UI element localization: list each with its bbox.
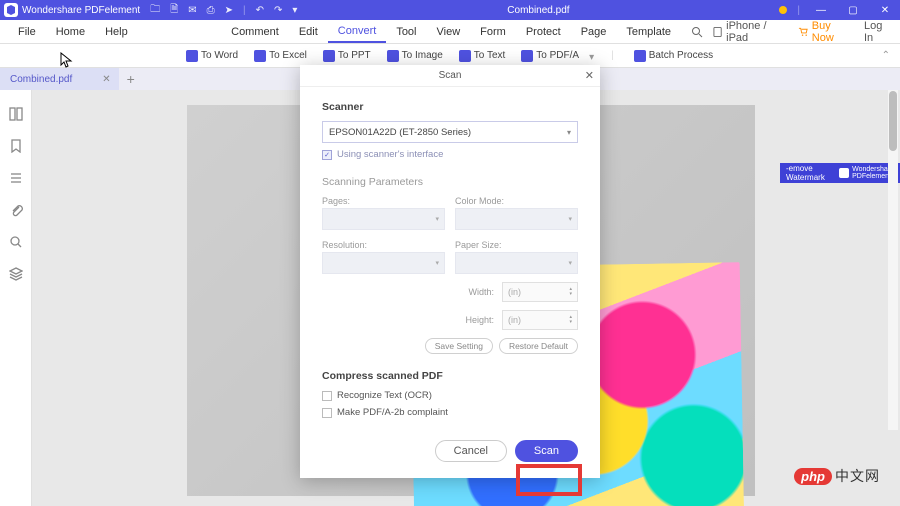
pages-label: Pages: [322,196,445,206]
params-section-label: Scanning Parameters [322,176,578,188]
color-mode-select[interactable]: ▾ [455,208,578,230]
scan-dialog: Scan ✕ Scanner EPSON01A22D (ET-2850 Seri… [300,65,600,478]
watermark-badge: php 中文网 [794,466,880,486]
save-setting-button[interactable]: Save Setting [425,338,493,354]
use-interface-label: Using scanner's interface [337,149,443,160]
cancel-button[interactable]: Cancel [435,440,507,462]
pages-select[interactable]: ▾ [322,208,445,230]
use-interface-checkbox[interactable]: ✓ [322,150,332,160]
resolution-select[interactable]: ▾ [322,252,445,274]
scanner-select[interactable]: EPSON01A22D (ET-2850 Series) ▾ [322,121,578,143]
stepper-icon[interactable]: ▴▾ [569,315,572,325]
php-pill: php [794,468,832,485]
php-cn-text: 中文网 [835,466,880,486]
modal-overlay: Scan ✕ Scanner EPSON01A22D (ET-2850 Seri… [0,0,900,506]
resolution-label: Resolution: [322,240,445,250]
dialog-header: Scan ✕ [300,65,600,87]
paper-size-select[interactable]: ▾ [455,252,578,274]
compress-section-label: Compress scanned PDF [322,370,578,382]
ocr-label: Recognize Text (OCR) [337,390,432,401]
height-label: Height: [454,315,494,325]
paper-size-label: Paper Size: [455,240,578,250]
dialog-close-icon[interactable]: ✕ [585,69,594,82]
scanner-value: EPSON01A22D (ET-2850 Series) [329,127,471,138]
ocr-checkbox[interactable]: ✓ [322,391,332,401]
dialog-title: Scan [439,70,462,81]
width-input[interactable]: (in)▴▾ [502,282,578,302]
scanner-section-label: Scanner [322,101,578,113]
stepper-icon[interactable]: ▴▾ [569,287,572,297]
width-label: Width: [454,287,494,297]
pdfa-label: Make PDF/A-2b complaint [337,407,448,418]
restore-default-button[interactable]: Restore Default [499,338,578,354]
height-input[interactable]: (in)▴▾ [502,310,578,330]
scan-button[interactable]: Scan [515,440,578,462]
chevron-down-icon: ▾ [567,128,571,137]
pdfa-checkbox[interactable]: ✓ [322,408,332,418]
color-mode-label: Color Mode: [455,196,578,206]
